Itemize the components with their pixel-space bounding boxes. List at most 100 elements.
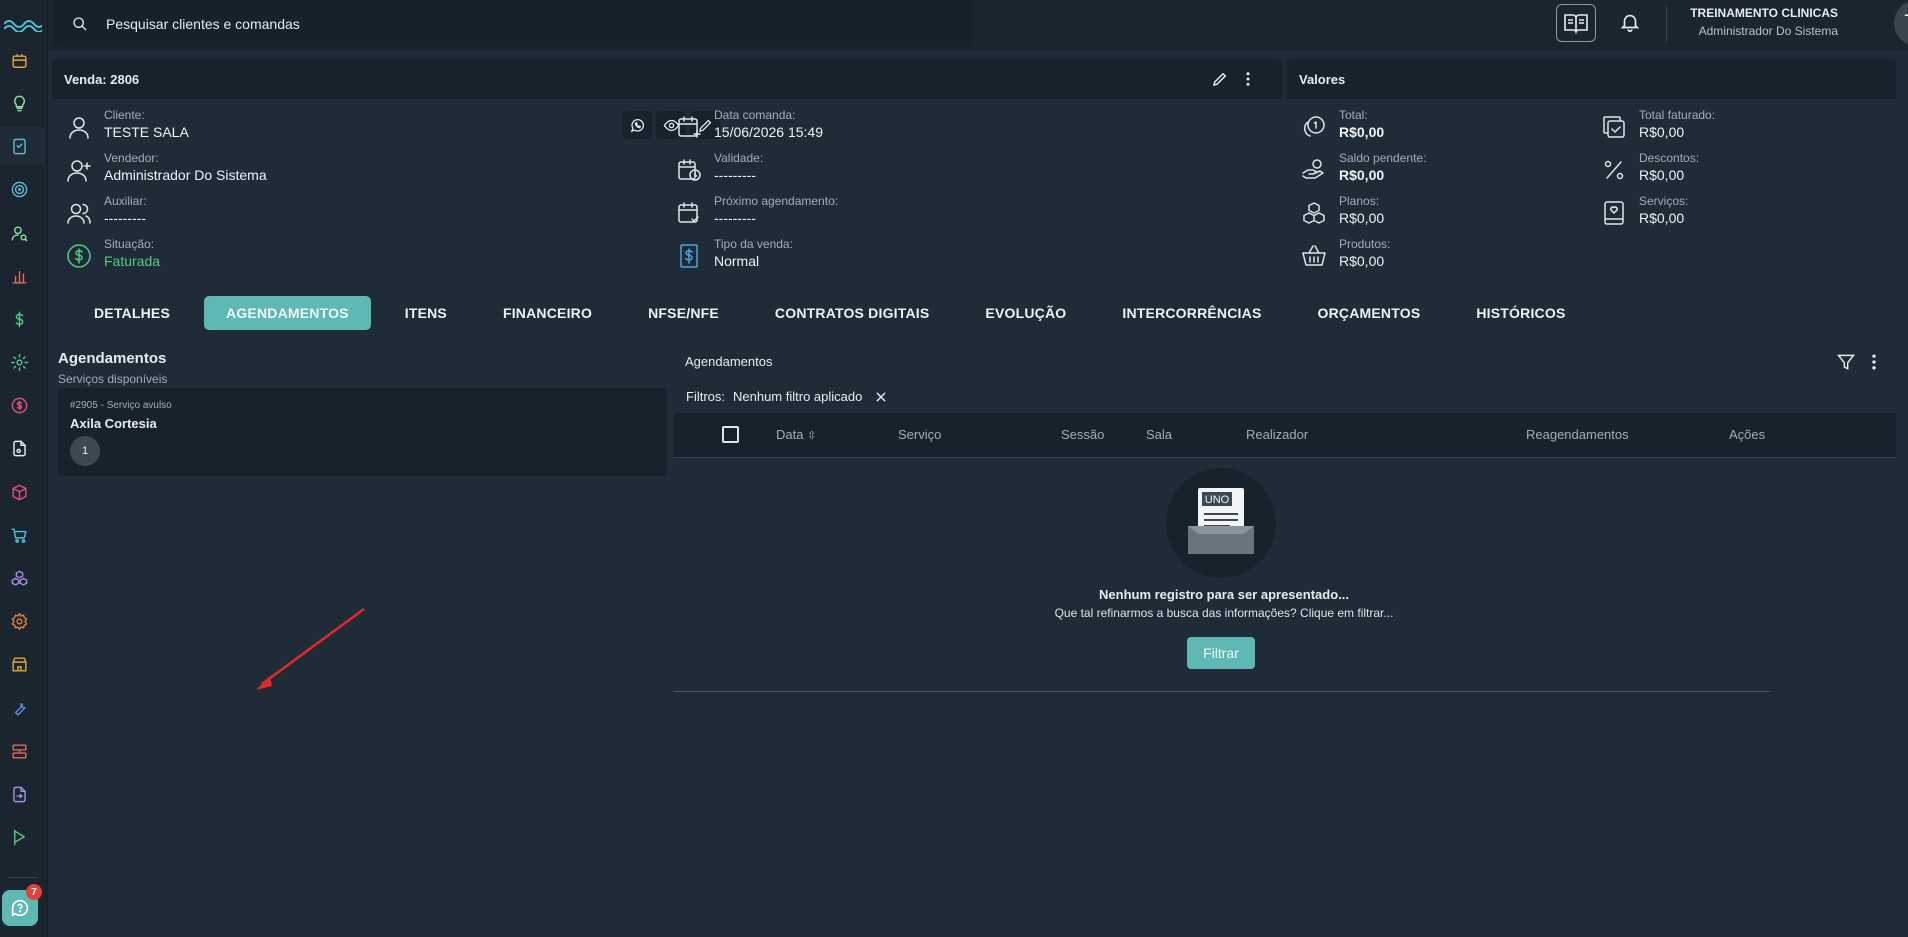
tipo-venda-value: Normal <box>714 253 760 269</box>
vendedor-value: Administrador Do Sistema <box>104 167 267 183</box>
situacao-value: Faturada <box>104 253 161 269</box>
annotation-arrow-icon <box>256 607 365 690</box>
planos-label: Planos: <box>1339 194 1380 208</box>
basket-icon <box>1301 243 1327 269</box>
tab-bar: DETALHES AGENDAMENTOS ITENS FINANCEIRO N… <box>72 296 1599 330</box>
user-name: TREINAMENTO CLINICAS <box>1690 6 1838 20</box>
sidebar-divider <box>8 877 38 878</box>
whatsapp-button[interactable] <box>622 111 652 139</box>
file-export-icon[interactable] <box>8 783 30 805</box>
dollar-icon[interactable] <box>8 308 30 330</box>
produtos-value: R$0,00 <box>1339 253 1385 269</box>
table-header-divider <box>674 457 1896 458</box>
column-header-realizador: Realizador <box>1246 427 1309 442</box>
column-header-data[interactable]: Data ⇳ <box>776 427 816 442</box>
more-vertical-icon[interactable] <box>1864 352 1884 372</box>
settings-icon[interactable] <box>8 610 30 632</box>
empty-state-title: Nenhum registro para ser apresentado... <box>1099 587 1349 602</box>
tab-financeiro[interactable]: FINANCEIRO <box>481 296 614 330</box>
calendar-clock-icon <box>676 157 702 183</box>
target-icon[interactable] <box>8 178 30 200</box>
book-heart-icon <box>1601 200 1627 226</box>
user-icon <box>66 114 92 140</box>
wrench-icon[interactable] <box>8 697 30 719</box>
service-card[interactable]: #2905 - Serviço avulso Axila Cortesia 1 <box>58 388 667 476</box>
filters-label: Filtros: <box>686 389 725 404</box>
book-button[interactable] <box>1556 4 1596 42</box>
calendar-check-icon <box>676 200 702 226</box>
service-name: Axila Cortesia <box>70 416 157 431</box>
gear-icon[interactable] <box>8 351 30 373</box>
select-all-checkbox[interactable] <box>722 426 739 443</box>
auxiliar-value: --------- <box>104 210 146 226</box>
inbox-document-icon: UNO <box>1188 488 1254 554</box>
agendamentos-subtitle: Serviços disponíveis <box>58 372 168 386</box>
lightbulb-icon[interactable] <box>8 92 30 114</box>
empty-state-text: Que tal refinarmos a busca das informaçõ… <box>1054 606 1394 620</box>
tab-agendamentos[interactable]: AGENDAMENTOS <box>204 296 371 330</box>
produtos-label: Produtos: <box>1339 237 1391 251</box>
data-comanda-label: Data comanda: <box>714 108 796 122</box>
user-search-icon[interactable] <box>8 222 30 244</box>
valores-card: Valores Total: R$0,00 Saldo pendente: R$… <box>1287 59 1896 282</box>
planos-value: R$0,00 <box>1339 210 1385 226</box>
filtrar-button[interactable]: Filtrar <box>1187 637 1255 669</box>
agendamentos-title: Agendamentos <box>58 350 167 367</box>
cliente-actions <box>622 111 720 139</box>
tab-orcamentos[interactable]: ORÇAMENTOS <box>1296 296 1443 330</box>
tab-evolucao[interactable]: EVOLUÇÃO <box>963 296 1088 330</box>
tab-intercorrencias[interactable]: INTERCORRÊNCIAS <box>1100 296 1283 330</box>
servicos-value: R$0,00 <box>1639 210 1685 226</box>
service-count-badge: 1 <box>70 436 100 466</box>
pencil-icon <box>1212 72 1227 87</box>
total-faturado-label: Total faturado: <box>1639 108 1716 122</box>
tab-detalhes[interactable]: DETALHES <box>72 296 192 330</box>
bar-chart-icon[interactable] <box>8 265 30 287</box>
tab-historicos[interactable]: HISTÓRICOS <box>1454 296 1587 330</box>
tab-itens[interactable]: ITENS <box>383 296 469 330</box>
store-icon[interactable] <box>8 653 30 675</box>
situacao-label: Situação: <box>104 237 155 251</box>
table-bottom-divider <box>674 691 1770 692</box>
flag-icon[interactable] <box>8 826 30 848</box>
coins-icon <box>1301 114 1327 140</box>
tabs-panel: DETALHES AGENDAMENTOS ITENS FINANCEIRO N… <box>52 288 1896 937</box>
venda-more-button[interactable] <box>1238 69 1258 89</box>
coin-icon[interactable] <box>8 394 30 416</box>
tab-contratos-digitais[interactable]: CONTRATOS DIGITAIS <box>753 296 952 330</box>
file-settings-icon[interactable] <box>8 437 30 459</box>
cart-icon[interactable] <box>8 524 30 546</box>
saldo-pendente-label: Saldo pendente: <box>1339 151 1427 165</box>
validade-value: --------- <box>714 167 756 183</box>
venda-title: Venda: 2806 <box>52 59 1282 99</box>
cliente-label: Cliente: <box>104 108 145 122</box>
boxes-icon[interactable] <box>8 567 30 589</box>
auxiliar-label: Auxiliar: <box>104 194 147 208</box>
tab-nfse-nfe[interactable]: NFSE/NFE <box>626 296 741 330</box>
service-code: #2905 - Serviço avulso <box>70 400 172 411</box>
logo-icon <box>4 20 42 32</box>
copy-check-icon <box>1601 114 1627 140</box>
clear-filters-icon[interactable] <box>874 390 888 404</box>
boxes-icon <box>1301 200 1327 226</box>
column-header-reagendamentos: Reagendamentos <box>1526 427 1629 442</box>
server-icon[interactable] <box>8 740 30 762</box>
column-data-label: Data <box>776 427 804 442</box>
search-placeholder: Pesquisar clientes e comandas <box>106 15 300 32</box>
avatar[interactable]: TC <box>1894 0 1908 46</box>
search-input[interactable]: Pesquisar clientes e comandas <box>54 0 972 47</box>
filter-icon[interactable] <box>1836 352 1856 372</box>
receipt-dollar-icon <box>676 243 702 269</box>
checklist-icon[interactable] <box>8 135 30 157</box>
edit-venda-button[interactable] <box>1210 69 1230 89</box>
valores-title: Valores <box>1287 59 1896 99</box>
column-header-acoes: Ações <box>1729 427 1766 442</box>
user-role: Administrador Do Sistema <box>1698 24 1838 38</box>
more-vertical-icon <box>1246 72 1250 86</box>
box-add-icon[interactable] <box>8 481 30 503</box>
notifications-button[interactable] <box>1618 10 1642 34</box>
column-header-servico: Serviço <box>898 427 942 442</box>
calendar-icon[interactable] <box>8 51 30 73</box>
filters-value: Nenhum filtro aplicado <box>733 389 863 404</box>
venda-card: Venda: 2806 Cliente: TESTE SALA Vendedor… <box>52 59 1282 282</box>
